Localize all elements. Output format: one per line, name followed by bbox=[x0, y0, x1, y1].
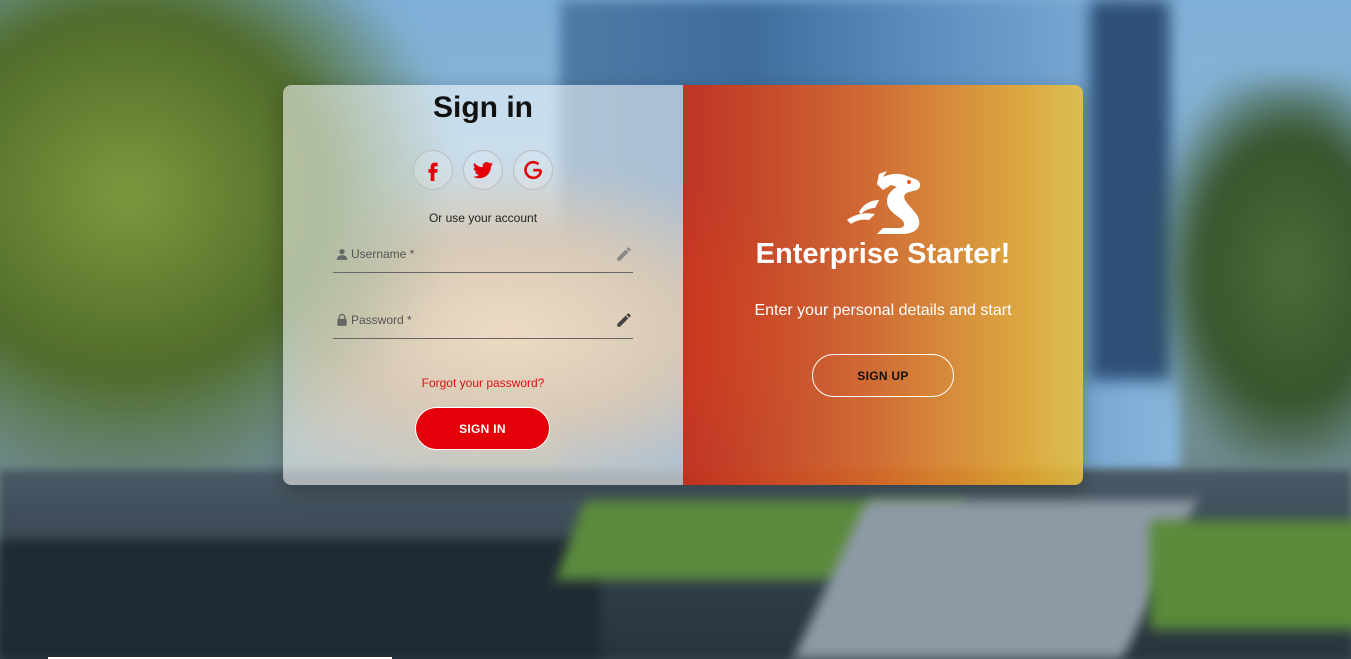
username-input[interactable] bbox=[351, 242, 611, 266]
or-use-account-text: Or use your account bbox=[428, 211, 538, 225]
brand-title: Enterprise Starter! bbox=[755, 238, 1011, 270]
sign-in-button[interactable]: SIGN IN bbox=[415, 407, 550, 450]
signin-panel: Sign in Or use your account Username * F… bbox=[283, 85, 683, 485]
pencil-icon[interactable] bbox=[615, 245, 633, 263]
facebook-login-button[interactable] bbox=[413, 150, 453, 190]
username-field bbox=[333, 242, 633, 273]
pencil-icon[interactable] bbox=[615, 311, 633, 329]
social-login-group bbox=[413, 150, 553, 190]
twitter-icon bbox=[472, 162, 494, 179]
dragon-logo-icon bbox=[847, 171, 921, 234]
promo-tagline: Enter your personal details and start bbox=[754, 302, 1012, 319]
password-field bbox=[333, 308, 633, 339]
facebook-icon bbox=[428, 162, 438, 181]
twitter-login-button[interactable] bbox=[463, 150, 503, 190]
password-input[interactable] bbox=[351, 308, 611, 332]
google-icon bbox=[524, 161, 543, 180]
signin-title: Sign in bbox=[433, 91, 533, 124]
person-icon bbox=[336, 249, 348, 260]
lock-icon bbox=[337, 313, 347, 326]
signup-promo-panel: Enterprise Starter! Enter your personal … bbox=[683, 85, 1083, 485]
google-login-button[interactable] bbox=[513, 150, 553, 190]
login-card: Sign in Or use your account Username * F… bbox=[283, 85, 1083, 485]
sign-up-button[interactable]: SIGN UP bbox=[812, 354, 954, 397]
forgot-password-link[interactable]: Forgot your password? bbox=[283, 376, 683, 390]
